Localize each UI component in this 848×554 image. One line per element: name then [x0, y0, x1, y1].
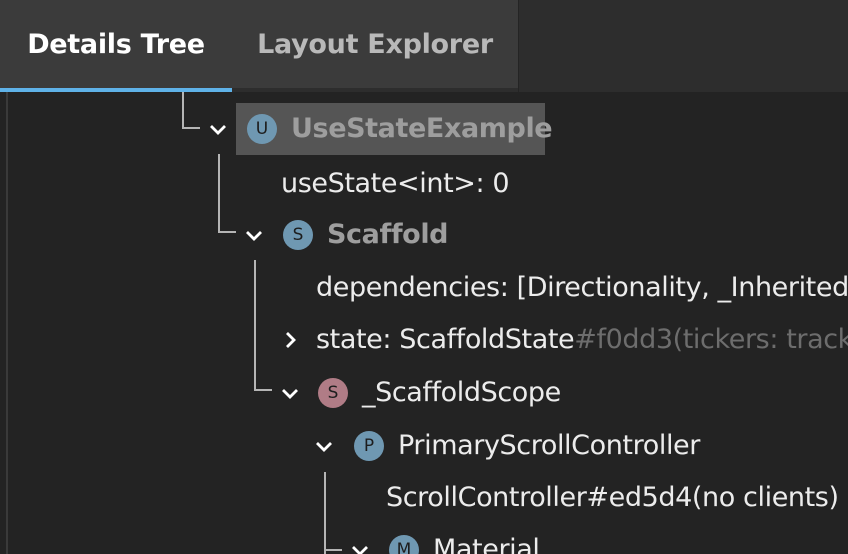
- tab-details-tree[interactable]: Details Tree: [0, 0, 232, 88]
- tree-node-usestateexample[interactable]: U UseStateExample: [0, 103, 848, 155]
- node-label: ScrollController#ed5d4(no clients): [386, 482, 839, 513]
- node-label: state: ScaffoldState#f0dd3(tickers: trac…: [316, 314, 848, 366]
- tree-node-property[interactable]: dependencies: [Directionality, _Inherite…: [0, 262, 848, 314]
- tree-node-primaryscrollcontroller[interactable]: P PrimaryScrollController: [0, 420, 848, 472]
- node-label: PrimaryScrollController: [398, 430, 700, 461]
- node-label: dependencies: [Directionality, _Inherite…: [316, 272, 848, 303]
- chevron-down-icon[interactable]: [206, 117, 230, 141]
- tree-node-state[interactable]: state: ScaffoldState#f0dd3(tickers: trac…: [0, 314, 848, 366]
- tree-node-material[interactable]: M Material: [0, 524, 848, 554]
- state-details: #f0dd3(tickers: tracking 2 tickers): [574, 324, 848, 355]
- node-label: Scaffold: [327, 219, 449, 250]
- tree-node-property[interactable]: ScrollController#ed5d4(no clients): [0, 472, 848, 524]
- widget-badge-icon: M: [389, 535, 419, 554]
- chevron-down-icon[interactable]: [242, 223, 266, 247]
- details-tree: U UseStateExample useState<int>: 0 S Sca…: [0, 92, 848, 554]
- node-label: useState<int>: 0: [281, 168, 510, 199]
- tab-layout-explorer[interactable]: Layout Explorer: [232, 0, 518, 88]
- tree-node-property[interactable]: useState<int>: 0: [0, 158, 848, 210]
- tree-node-scaffoldscope[interactable]: S _ScaffoldScope: [0, 367, 848, 419]
- chevron-right-icon[interactable]: [278, 328, 302, 352]
- widget-badge-icon: S: [318, 378, 348, 408]
- chevron-down-icon[interactable]: [278, 381, 302, 405]
- node-label: UseStateExample: [291, 113, 553, 144]
- widget-badge-icon: U: [247, 114, 277, 144]
- tree-node-scaffold[interactable]: S Scaffold: [0, 209, 848, 261]
- chevron-down-icon[interactable]: [348, 538, 372, 554]
- tab-bar: Details Tree Layout Explorer: [0, 0, 848, 92]
- chevron-down-icon[interactable]: [312, 434, 336, 458]
- state-type: state: ScaffoldState: [316, 324, 575, 355]
- node-label: Material: [433, 534, 540, 554]
- tab-divider: [518, 0, 519, 92]
- widget-badge-icon: P: [354, 431, 384, 461]
- widget-badge-icon: S: [283, 220, 313, 250]
- node-label: _ScaffoldScope: [362, 377, 561, 408]
